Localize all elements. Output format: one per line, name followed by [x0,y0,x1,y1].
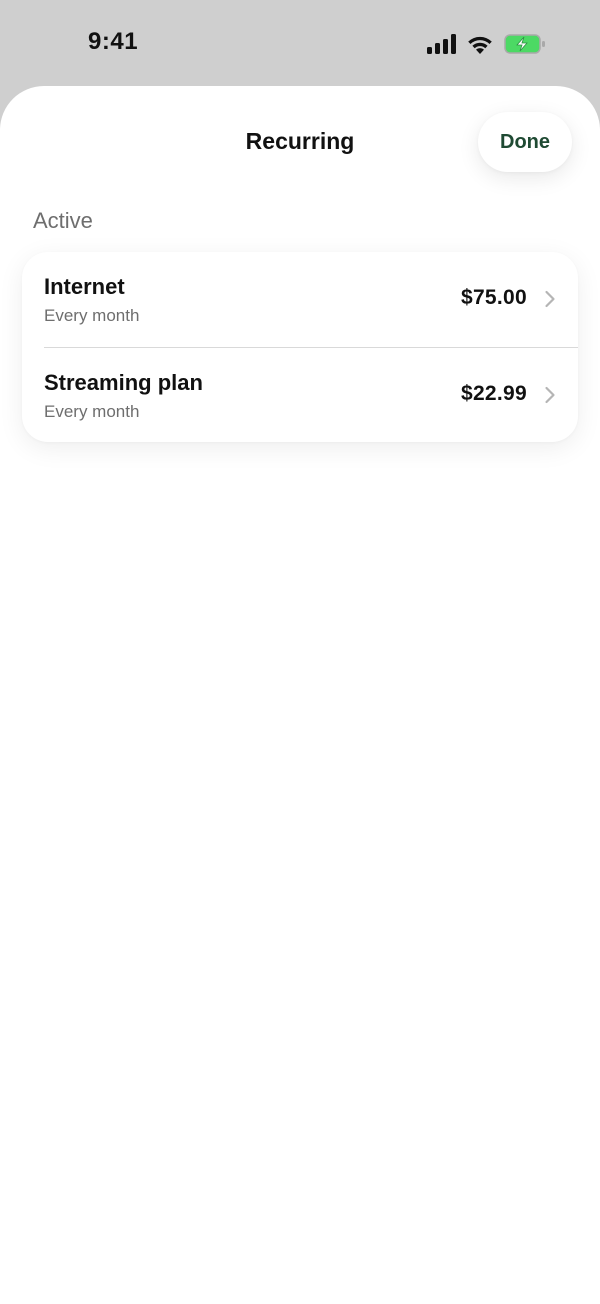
status-time: 9:41 [88,28,139,55]
item-frequency: Every month [44,402,140,421]
status-icons [427,32,546,56]
status-bar: 9:41 [0,0,600,86]
item-amount: $75.00 [460,286,527,309]
done-button[interactable]: Done [478,112,572,172]
chevron-right-icon [545,290,555,308]
cellular-signal-icon [427,34,456,54]
battery-charging-icon [504,34,545,54]
item-amount: $22.99 [460,382,527,405]
chevron-right-icon [545,386,555,404]
item-name: Internet [44,274,125,299]
item-frequency: Every month [44,306,140,325]
recurring-list-card: Internet Every month $75.00 Streaming pl… [22,252,578,442]
list-item-internet[interactable]: Internet Every month $75.00 [22,252,578,347]
section-label-active: Active [33,208,93,233]
recurring-sheet: Recurring Done Active Internet Every mon… [0,86,600,1304]
item-name: Streaming plan [44,370,203,395]
list-item-streaming-plan[interactable]: Streaming plan Every month $22.99 [22,348,578,442]
wifi-icon [468,36,492,54]
